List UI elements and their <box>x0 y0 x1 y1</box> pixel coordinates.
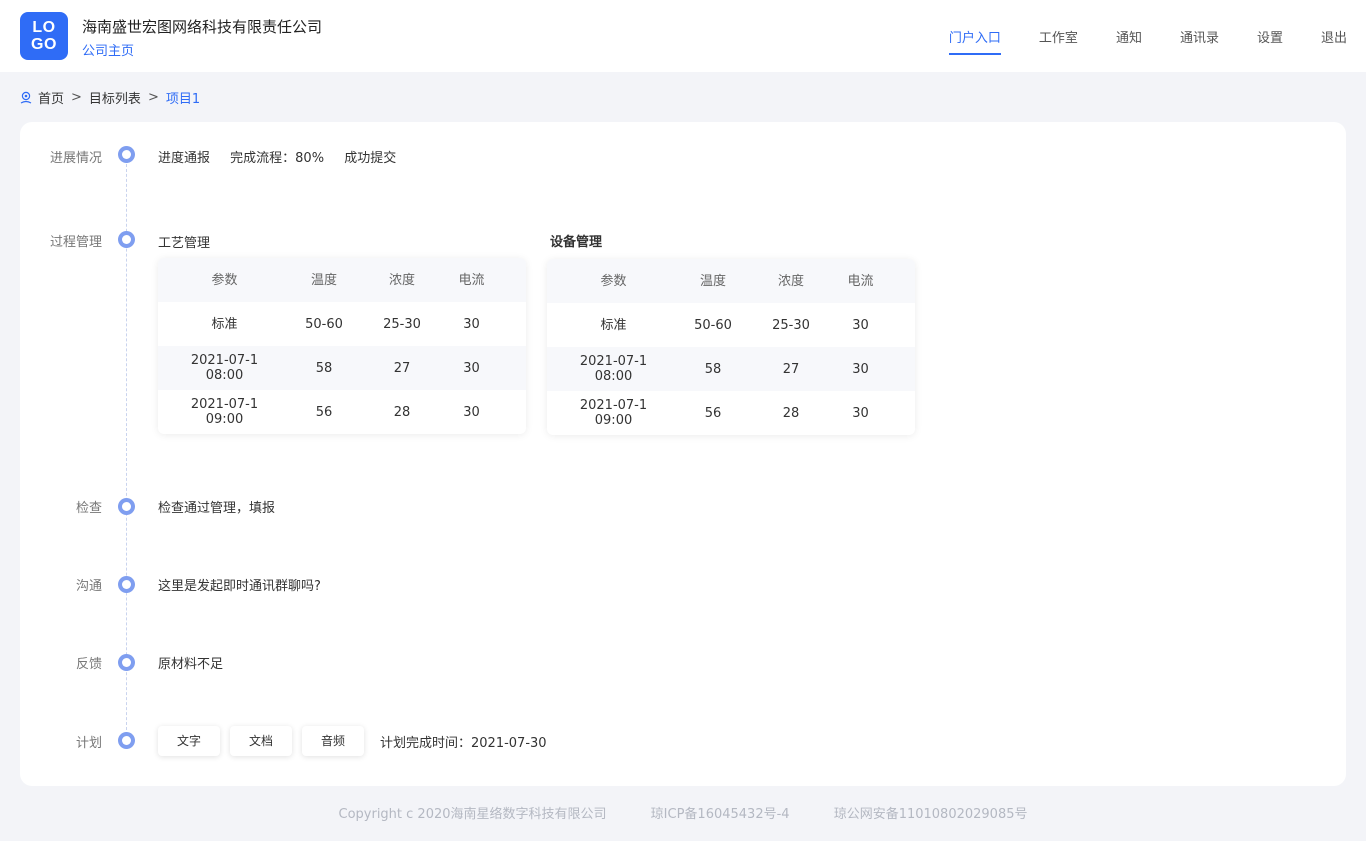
table-header-row: 参数 温度 浓度 电流 <box>158 258 526 302</box>
table-header: 温度 <box>699 273 726 289</box>
check-content: 检查通过管理，填报 <box>158 501 276 516</box>
label-feedback: 反馈 <box>75 657 102 672</box>
equipment-table: 参数 温度 浓度 电流 标准 50-60 25-30 30 2021-07-1 0… <box>547 259 915 435</box>
plan-content: 文字 文档 音频 计划完成时间：2021-07-30 <box>158 726 547 756</box>
footer: Copyright c 2020海南星络数字科技有限公司 琼ICP备160454… <box>0 803 1366 822</box>
nav-studio[interactable]: 工作室 <box>1039 27 1078 46</box>
table-cell: 30 <box>852 405 869 421</box>
text-button[interactable]: 文字 <box>158 726 220 756</box>
progress-report: 进度通报 <box>158 151 211 166</box>
table-row: 2021-07-1 08:00 58 27 30 <box>547 347 915 391</box>
label-plan: 计划 <box>75 736 102 751</box>
timeline-dot <box>118 498 135 515</box>
table-header: 电流 <box>458 272 485 288</box>
equipment-table-title: 设备管理 <box>550 235 603 250</box>
table-cell: 50-60 <box>305 316 343 332</box>
table-cell: 28 <box>782 405 800 421</box>
location-pin-icon <box>20 91 32 104</box>
breadcrumb-home[interactable]: 首页 <box>38 88 64 107</box>
table-cell: 27 <box>393 360 411 376</box>
footer-icp[interactable]: 琼ICP备16045432号-4 <box>651 807 790 822</box>
label-progress: 进展情况 <box>49 151 102 166</box>
company-name: 海南盛世宏图网络科技有限责任公司 <box>82 18 323 36</box>
table-cell: 2021-07-1 09:00 <box>190 397 259 427</box>
document-button[interactable]: 文档 <box>230 726 292 756</box>
logo-line1: LO <box>32 19 56 36</box>
table-cell: 28 <box>393 404 411 420</box>
table-header: 浓度 <box>777 273 804 289</box>
company-logo[interactable]: LO GO <box>20 12 68 60</box>
timeline-dot <box>118 231 135 248</box>
process-table: 参数 温度 浓度 电流 标准 50-60 25-30 30 2021-07-1 0… <box>158 258 526 434</box>
nav-notifications[interactable]: 通知 <box>1116 27 1142 46</box>
breadcrumb-separator: > <box>147 90 159 105</box>
timeline-dot <box>118 146 135 163</box>
table-row: 标准 50-60 25-30 30 <box>158 302 526 346</box>
table-cell: 2021-07-1 08:00 <box>579 354 648 384</box>
table-cell: 25-30 <box>383 316 421 332</box>
progress-content: 进度通报 完成流程：80% 成功提交 <box>158 147 412 166</box>
plan-completion-time: 计划完成时间：2021-07-30 <box>380 735 547 751</box>
top-nav: 门户入口 工作室 通知 通讯录 设置 退出 <box>911 27 1347 55</box>
header: LO GO 海南盛世宏图网络科技有限责任公司 公司主页 门户入口 工作室 通知 … <box>0 0 1366 72</box>
communicate-content[interactable]: 这里是发起即时通讯群聊吗? <box>158 575 321 594</box>
table-header: 参数 <box>211 272 238 288</box>
company-home-link[interactable]: 公司主页 <box>82 40 134 59</box>
table-cell: 56 <box>315 404 333 420</box>
table-row: 标准 50-60 25-30 30 <box>547 303 915 347</box>
timeline-dot <box>118 654 135 671</box>
process-table-title: 工艺管理 <box>158 236 211 251</box>
feedback-content: 原材料不足 <box>158 657 224 672</box>
audio-button[interactable]: 音频 <box>302 726 364 756</box>
nav-settings[interactable]: 设置 <box>1257 27 1283 46</box>
logo-line2: GO <box>31 36 57 53</box>
table-header: 温度 <box>310 272 337 288</box>
table-header: 电流 <box>847 273 874 289</box>
table-cell: 30 <box>852 361 869 377</box>
nav-contacts[interactable]: 通讯录 <box>1180 27 1219 46</box>
breadcrumb-current: 项目1 <box>165 92 201 107</box>
table-cell: 标准 <box>600 317 627 333</box>
table-cell: 27 <box>782 361 800 377</box>
table-cell: 50-60 <box>694 317 732 333</box>
label-process: 过程管理 <box>49 235 102 250</box>
timeline-dot <box>118 732 135 749</box>
table-cell: 2021-07-1 09:00 <box>579 398 648 428</box>
label-communicate: 沟通 <box>75 579 102 594</box>
table-cell: 30 <box>852 317 869 333</box>
table-row: 2021-07-1 09:00 56 28 30 <box>547 391 915 435</box>
table-cell: 标准 <box>211 316 238 332</box>
breadcrumb: 首页 > 目标列表 > 项目1 <box>20 88 200 107</box>
breadcrumb-target-list[interactable]: 目标列表 <box>89 88 141 107</box>
table-header: 参数 <box>600 273 627 289</box>
table-row: 2021-07-1 09:00 56 28 30 <box>158 390 526 434</box>
table-cell: 56 <box>704 405 722 421</box>
table-cell: 30 <box>463 316 480 332</box>
table-cell: 30 <box>463 404 480 420</box>
table-cell: 2021-07-1 08:00 <box>190 353 259 383</box>
project-detail-card: 进展情况 进度通报 完成流程：80% 成功提交 过程管理 工艺管理 参数 温度 … <box>20 122 1346 786</box>
table-header: 浓度 <box>388 272 415 288</box>
nav-logout[interactable]: 退出 <box>1321 27 1347 46</box>
progress-completion: 完成流程：80% <box>230 151 325 166</box>
timeline-dot <box>118 576 135 593</box>
table-cell: 30 <box>463 360 480 376</box>
progress-status: 成功提交 <box>344 151 397 166</box>
table-header-row: 参数 温度 浓度 电流 <box>547 259 915 303</box>
table-row: 2021-07-1 08:00 58 27 30 <box>158 346 526 390</box>
footer-copyright: Copyright c 2020海南星络数字科技有限公司 <box>338 807 607 822</box>
label-check: 检查 <box>75 501 102 516</box>
table-cell: 58 <box>315 360 333 376</box>
footer-police-record[interactable]: 琼公网安备11010802029085号 <box>834 807 1028 822</box>
table-cell: 58 <box>704 361 722 377</box>
table-cell: 25-30 <box>772 317 810 333</box>
breadcrumb-separator: > <box>71 90 82 105</box>
nav-portal[interactable]: 门户入口 <box>948 27 1001 55</box>
